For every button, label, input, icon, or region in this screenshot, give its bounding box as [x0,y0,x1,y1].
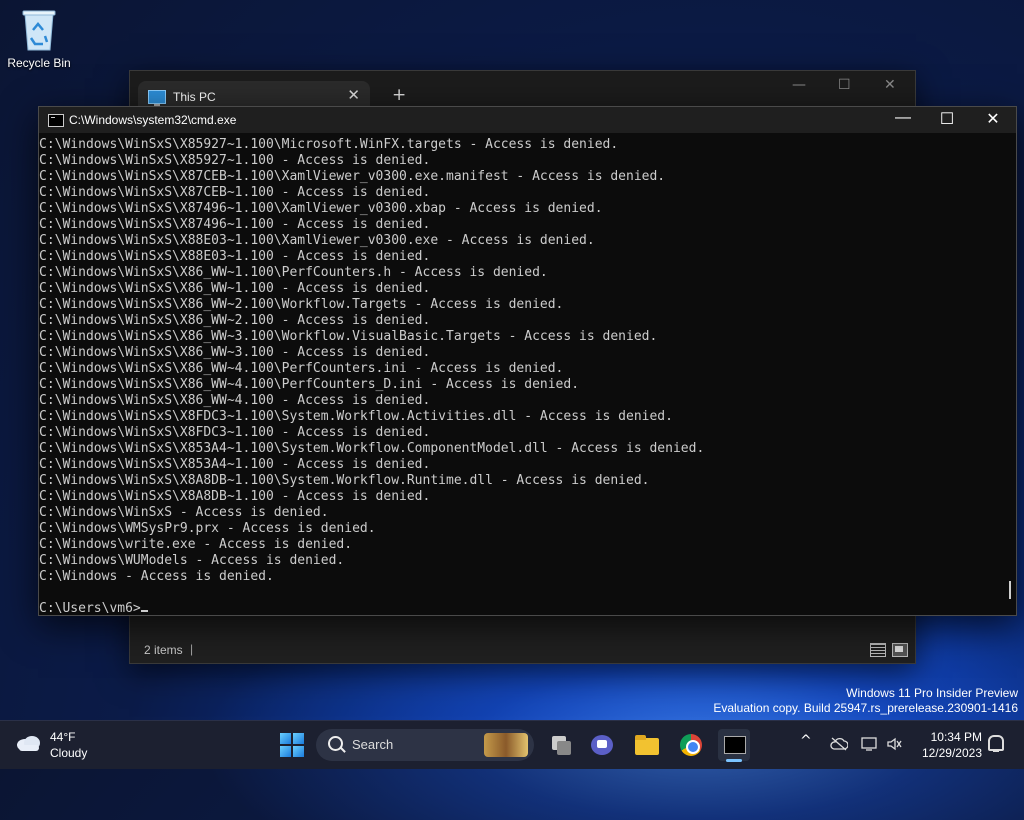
recycle-bin-icon [21,8,57,52]
volume-muted-icon[interactable] [886,737,902,751]
cmd-title: C:\Windows\system32\cmd.exe [69,113,237,127]
chrome-taskbar-button[interactable] [675,729,707,761]
cloud-icon [17,736,40,751]
console-line: C:\Windows\WinSxS\X88E03~1.100 - Access … [39,249,431,264]
item-count: 2 items [144,643,183,657]
explorer-close-button[interactable]: ✕ [884,77,896,93]
teams-chat-button[interactable] [586,729,618,761]
console-line: C:\Windows\WinSxS\X86_WW~3.100 - Access … [39,345,431,360]
explorer-minimize-button[interactable]: — [792,77,806,93]
cmd-titlebar[interactable]: C:\Windows\system32\cmd.exe — ☐ ✕ [39,107,1016,133]
details-view-icon[interactable] [870,643,886,657]
console-line: C:\Windows\WinSxS - Access is denied. [39,505,329,520]
terminal-taskbar-button[interactable] [718,729,750,762]
console-line: C:\Windows - Access is denied. [39,569,274,584]
cmd-maximize-button[interactable]: ☐ [927,109,967,129]
notification-bell-icon[interactable] [988,735,1004,752]
cmd-app-icon [48,114,64,127]
search-icon [328,736,343,751]
console-line: C:\Windows\WinSxS\X86_WW~4.100\PerfCount… [39,361,564,376]
console-line: C:\Windows\WinSxS\X86_WW~3.100\Workflow.… [39,329,658,344]
network-icon[interactable] [860,736,878,752]
start-button[interactable] [276,729,308,761]
text-cursor [140,610,148,612]
watermark-build: Evaluation copy. Build 25947.rs_prerelea… [713,701,1018,715]
console-line: C:\Windows\WinSxS\X86_WW~4.100 - Access … [39,393,431,408]
console-line: C:\Windows\WinSxS\X87496~1.100\XamlViewe… [39,201,603,216]
tray-overflow-chevron-icon[interactable]: ^ [800,733,812,749]
console-scrollbar[interactable] [1009,581,1011,599]
search-label: Search [352,737,394,752]
this-pc-icon [148,90,166,106]
console-line: C:\Windows\WinSxS\X8FDC3~1.100\System.Wo… [39,409,673,424]
cmd-close-button[interactable]: ✕ [973,109,1013,129]
tiles-view-icon[interactable] [892,643,908,657]
console-line: C:\Windows\write.exe - Access is denied. [39,537,353,552]
console-line: C:\Windows\WinSxS\X86_WW~2.100\Workflow.… [39,297,564,312]
cloud-offline-icon[interactable] [830,737,848,751]
explorer-maximize-button[interactable]: ☐ [838,77,851,93]
console-line: C:\Windows\WinSxS\X8A8DB~1.100\System.Wo… [39,473,650,488]
task-view-button[interactable] [544,729,576,761]
clock-date: 12/29/2023 [921,746,982,760]
command-prompt[interactable]: C:\Users\vm6> [39,601,1001,617]
console-line: C:\Windows\WinSxS\X853A4~1.100 - Access … [39,457,431,472]
console-line: C:\Windows\WinSxS\X8FDC3~1.100 - Access … [39,425,431,440]
prompt-text: C:\Users\vm6> [39,601,141,616]
console-line: C:\Windows\WinSxS\X87496~1.100 - Access … [39,217,431,232]
taskbar-search[interactable]: Search [316,729,534,761]
system-clock[interactable]: 10:34 PM 12/29/2023 [906,729,982,761]
explorer-tab-title: This PC [173,90,216,104]
status-separator: | [190,642,194,656]
console-line: C:\Windows\WinSxS\X86_WW~1.100\PerfCount… [39,265,548,280]
evaluation-watermark: Windows 11 Pro Insider Preview Evaluatio… [713,686,1018,716]
console-output[interactable]: C:\Windows\WinSxS\X85927~1.100\Microsoft… [39,133,1001,617]
taskbar: 44°F Cloudy Search ^ 10:34 PM 12/29/2023 [0,720,1024,769]
console-line: C:\Windows\WMSysPr9.prx - Access is deni… [39,521,376,536]
new-tab-button[interactable]: + [392,85,406,105]
console-line: C:\Windows\WinSxS\X86_WW~1.100 - Access … [39,281,431,296]
console-line: C:\Windows\WinSxS\X85927~1.100 - Access … [39,153,431,168]
weather-condition: Cloudy [50,746,88,760]
desktop-icon-recycle-bin[interactable]: Recycle Bin [4,6,74,70]
cmd-minimize-button[interactable]: — [883,109,923,127]
clock-time: 10:34 PM [930,730,982,744]
console-line: C:\Windows\WinSxS\X88E03~1.100\XamlViewe… [39,233,595,248]
console-line: C:\Windows\WinSxS\X86_WW~2.100 - Access … [39,313,431,328]
recycle-bin-label: Recycle Bin [7,56,71,70]
file-explorer-taskbar-button[interactable] [631,729,663,761]
console-line: C:\Windows\WinSxS\X853A4~1.100\System.Wo… [39,441,705,456]
watermark-edition: Windows 11 Pro Insider Preview [846,686,1018,700]
console-line: C:\Windows\WinSxS\X87CEB~1.100 - Access … [39,185,431,200]
console-line: C:\Windows\WinSxS\X87CEB~1.100\XamlViewe… [39,169,666,184]
console-line: C:\Windows\WUModels - Access is denied. [39,553,345,568]
cmd-window[interactable]: C:\Windows\system32\cmd.exe — ☐ ✕ C:\Win… [38,106,1017,616]
console-line: C:\Windows\WinSxS\X85927~1.100\Microsoft… [39,137,619,152]
explorer-statusbar: 2 items | [130,639,915,663]
console-line: C:\Windows\WinSxS\X86_WW~4.100\PerfCount… [39,377,580,392]
console-line: C:\Windows\WinSxS\X8A8DB~1.100 - Access … [39,489,431,504]
weather-temperature: 44°F [50,730,76,744]
tab-close-button[interactable]: ✕ [347,86,360,104]
search-highlight-icon [484,733,528,757]
